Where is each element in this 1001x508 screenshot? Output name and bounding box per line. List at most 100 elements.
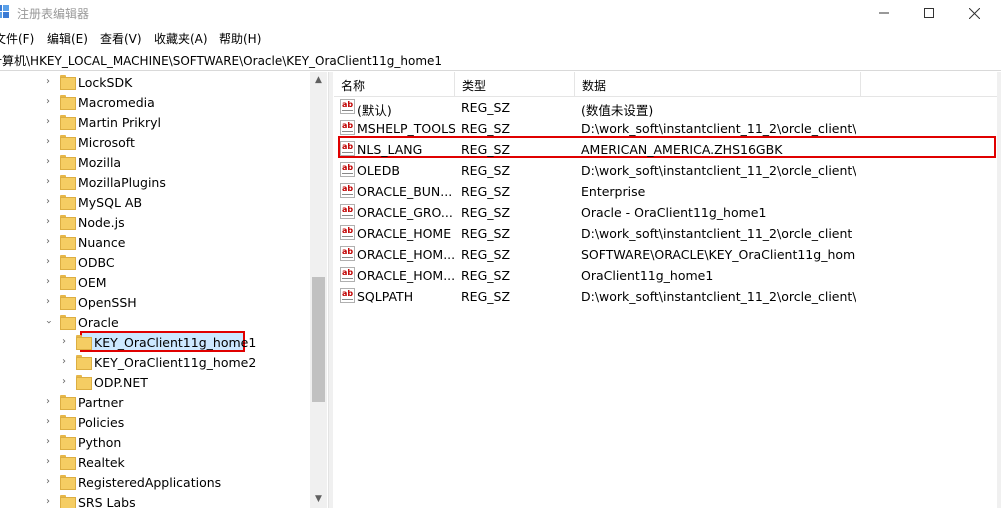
tree-item-label: OpenSSH bbox=[78, 295, 137, 310]
tree-item-registeredapplications[interactable]: › RegisteredApplications bbox=[0, 472, 310, 492]
menu-file[interactable]: 文件(F) bbox=[0, 30, 34, 47]
table-row[interactable]: ab ORACLE_HOM... REG_SZ SOFTWARE\ORACLE\… bbox=[334, 243, 1001, 264]
tree-item-label: SRS Labs bbox=[78, 495, 136, 508]
tree-item-label: MySQL AB bbox=[78, 195, 143, 210]
folder-icon bbox=[60, 255, 76, 270]
tree-item-oracle[interactable]: › Oracle bbox=[0, 312, 310, 332]
column-header-name[interactable]: 名称 bbox=[334, 72, 455, 96]
tree-item-locksdk[interactable]: › LockSDK bbox=[0, 72, 310, 92]
tree-item-mysql-ab[interactable]: › MySQL AB bbox=[0, 192, 310, 212]
tree-item-python[interactable]: › Python bbox=[0, 432, 310, 452]
tree-item-odbc[interactable]: › ODBC bbox=[0, 252, 310, 272]
menu-help[interactable]: 帮助(H) bbox=[219, 30, 261, 47]
menu-favorites[interactable]: 收藏夹(A) bbox=[154, 30, 208, 47]
folder-icon bbox=[76, 335, 92, 350]
menu-edit[interactable]: 编辑(E) bbox=[47, 30, 88, 47]
menu-view[interactable]: 查看(V) bbox=[100, 30, 142, 47]
chevron-right-icon[interactable]: › bbox=[42, 455, 54, 469]
address-path[interactable]: 计算机\HKEY_LOCAL_MACHINE\SOFTWARE\Oracle\K… bbox=[0, 52, 442, 69]
chevron-right-icon[interactable]: › bbox=[42, 195, 54, 209]
value-data: Oracle - OraClient11g_home1 bbox=[581, 205, 767, 220]
chevron-right-icon[interactable]: › bbox=[42, 95, 54, 109]
tree-item-oem[interactable]: › OEM bbox=[0, 272, 310, 292]
tree-item-realtek[interactable]: › Realtek bbox=[0, 452, 310, 472]
menu-bar: 文件(F) 编辑(E) 查看(V) 收藏夹(A) 帮助(H) bbox=[0, 26, 1001, 48]
chevron-right-icon[interactable]: › bbox=[42, 115, 54, 129]
maximize-button[interactable] bbox=[906, 0, 952, 26]
tree-item-mozilla[interactable]: › Mozilla bbox=[0, 152, 310, 172]
table-row[interactable]: ab ORACLE_GRO... REG_SZ Oracle - OraClie… bbox=[334, 201, 1001, 222]
tree-item-policies[interactable]: › Policies bbox=[0, 412, 310, 432]
scroll-down-icon[interactable]: ▼ bbox=[310, 491, 327, 508]
string-value-icon: ab bbox=[340, 246, 355, 261]
folder-icon bbox=[60, 415, 76, 430]
chevron-right-icon[interactable]: › bbox=[42, 475, 54, 489]
tree-item-macromedia[interactable]: › Macromedia bbox=[0, 92, 310, 112]
chevron-right-icon[interactable]: › bbox=[42, 495, 54, 508]
value-type: REG_SZ bbox=[461, 268, 511, 283]
chevron-right-icon[interactable]: › bbox=[42, 235, 54, 249]
tree-item-label: ODP.NET bbox=[94, 375, 148, 390]
table-row[interactable]: ab (默认) REG_SZ (数值未设置) bbox=[334, 96, 1001, 118]
tree-item-label: KEY_OraClient11g_home1 bbox=[94, 335, 257, 350]
close-button[interactable] bbox=[951, 0, 997, 26]
chevron-right-icon[interactable]: › bbox=[58, 355, 70, 369]
table-row[interactable]: ab ORACLE_BUN... REG_SZ Enterprise bbox=[334, 180, 1001, 201]
column-header-type[interactable]: 类型 bbox=[455, 72, 575, 96]
string-value-icon: ab bbox=[340, 204, 355, 219]
chevron-right-icon[interactable]: › bbox=[42, 255, 54, 269]
key-tree[interactable]: › LockSDK › Macromedia › Martin Prikryl … bbox=[0, 72, 328, 508]
tree-item-key-oraclient11g-home1[interactable]: › KEY_OraClient11g_home1 bbox=[0, 332, 310, 352]
chevron-right-icon[interactable]: › bbox=[42, 395, 54, 409]
tree-item-label: OEM bbox=[78, 275, 107, 290]
table-row[interactable]: ab ORACLE_HOME REG_SZ D:\work_soft\insta… bbox=[334, 222, 1001, 243]
tree-item-label: Microsoft bbox=[78, 135, 135, 150]
table-row[interactable]: ab OLEDB REG_SZ D:\work_soft\instantclie… bbox=[334, 159, 1001, 180]
chevron-right-icon[interactable]: › bbox=[42, 175, 54, 189]
chevron-down-icon[interactable]: › bbox=[41, 316, 55, 328]
pane-splitter[interactable] bbox=[328, 72, 333, 508]
table-row[interactable]: ab NLS_LANG REG_SZ AMERICAN_AMERICA.ZHS1… bbox=[334, 138, 1001, 159]
tree-scrollbar[interactable]: ▲ ▼ bbox=[310, 72, 327, 508]
folder-icon bbox=[60, 275, 76, 290]
scroll-up-icon[interactable]: ▲ bbox=[310, 72, 327, 89]
tree-item-nodejs[interactable]: › Node.js bbox=[0, 212, 310, 232]
chevron-right-icon[interactable]: › bbox=[42, 275, 54, 289]
column-header-data[interactable]: 数据 bbox=[575, 72, 861, 96]
value-data: D:\work_soft\instantclient_11_2\orcle_cl… bbox=[581, 289, 856, 304]
tree-item-key-oraclient11g-home2[interactable]: › KEY_OraClient11g_home2 bbox=[0, 352, 310, 372]
tree-item-partner[interactable]: › Partner bbox=[0, 392, 310, 412]
tree-item-microsoft[interactable]: › Microsoft bbox=[0, 132, 310, 152]
list-scrollbar[interactable] bbox=[997, 72, 1001, 508]
chevron-right-icon[interactable]: › bbox=[42, 295, 54, 309]
table-row[interactable]: ab ORACLE_HOM... REG_SZ OraClient11g_hom… bbox=[334, 264, 1001, 285]
address-bar[interactable]: 计算机\HKEY_LOCAL_MACHINE\SOFTWARE\Oracle\K… bbox=[0, 48, 1001, 71]
chevron-right-icon[interactable]: › bbox=[42, 135, 54, 149]
chevron-right-icon[interactable]: › bbox=[42, 435, 54, 449]
values-list[interactable]: 名称 类型 数据 ab (默认) REG_SZ (数值未设置) ab MSHEL… bbox=[334, 72, 1001, 508]
string-value-icon: ab bbox=[340, 120, 355, 135]
string-value-icon: ab bbox=[340, 267, 355, 282]
folder-icon bbox=[60, 95, 76, 110]
chevron-right-icon[interactable]: › bbox=[42, 155, 54, 169]
tree-item-label: Mozilla bbox=[78, 155, 122, 170]
chevron-right-icon[interactable]: › bbox=[58, 335, 70, 349]
folder-icon bbox=[60, 215, 76, 230]
tree-item-nuance[interactable]: › Nuance bbox=[0, 232, 310, 252]
scrollbar-thumb[interactable] bbox=[312, 277, 325, 402]
chevron-right-icon[interactable]: › bbox=[42, 75, 54, 89]
tree-item-srs-labs[interactable]: › SRS Labs bbox=[0, 492, 310, 508]
chevron-right-icon[interactable]: › bbox=[42, 415, 54, 429]
tree-item-martin-prikryl[interactable]: › Martin Prikryl bbox=[0, 112, 310, 132]
chevron-right-icon[interactable]: › bbox=[58, 375, 70, 389]
tree-item-odp-net[interactable]: › ODP.NET bbox=[0, 372, 310, 392]
table-row[interactable]: ab MSHELP_TOOLS REG_SZ D:\work_soft\inst… bbox=[334, 117, 1001, 138]
minimize-button[interactable] bbox=[861, 0, 907, 26]
tree-item-openssh[interactable]: › OpenSSH bbox=[0, 292, 310, 312]
chevron-right-icon[interactable]: › bbox=[42, 215, 54, 229]
table-row[interactable]: ab SQLPATH REG_SZ D:\work_soft\instantcl… bbox=[334, 285, 1001, 306]
value-name: ORACLE_BUN... bbox=[357, 184, 453, 199]
folder-icon bbox=[60, 135, 76, 150]
folder-icon bbox=[76, 355, 92, 370]
tree-item-mozillaplugins[interactable]: › MozillaPlugins bbox=[0, 172, 310, 192]
